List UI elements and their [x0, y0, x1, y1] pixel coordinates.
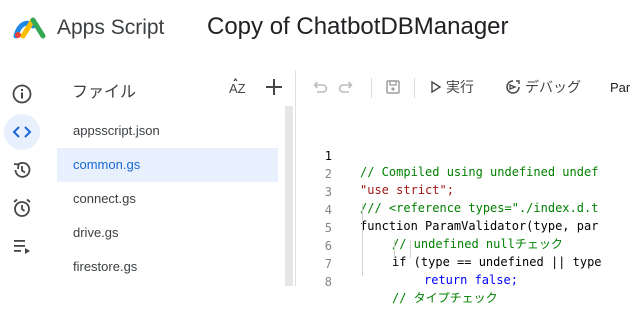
run-label: 実行	[446, 79, 474, 95]
add-file-icon[interactable]	[262, 75, 286, 99]
rail-triggers-button[interactable]	[4, 190, 40, 226]
nav-rail	[0, 70, 44, 286]
save-button[interactable]	[384, 75, 402, 99]
app-header: Apps Script Copy of ChatbotDBManager	[0, 0, 632, 56]
code-line: 5 // undefined nullチェック	[296, 204, 632, 251]
files-title: ファイル	[72, 84, 137, 101]
project-title[interactable]: Copy of ChatbotDBManager	[207, 11, 509, 43]
code-line: 2 "use strict";	[296, 150, 632, 197]
rail-executions-button[interactable]	[4, 228, 40, 264]
rail-overview-button[interactable]	[4, 76, 40, 112]
code-text: // タイプチェック	[392, 291, 498, 305]
redo-icon	[338, 81, 353, 93]
debug-button[interactable]: デバッグ	[505, 75, 581, 99]
code-line: 7 return false;	[296, 240, 632, 287]
file-item-common-gs[interactable]: common.gs	[57, 148, 278, 182]
executions-icon	[14, 240, 30, 254]
indent-guide	[362, 204, 363, 276]
toolbar-separator	[371, 78, 372, 98]
redo-button[interactable]	[338, 75, 356, 99]
rail-editor-button[interactable]	[4, 114, 40, 150]
code-line: 1 // Compiled using undefined undef	[296, 132, 632, 179]
debug-label: デバッグ	[525, 79, 581, 95]
code-line: 8 // タイプチェック	[296, 258, 632, 305]
files-header: ファイル AZ	[57, 70, 289, 106]
run-button[interactable]: 実行	[430, 75, 474, 99]
history-icon	[13, 161, 31, 178]
files-scrollbar[interactable]	[285, 106, 293, 286]
sort-az-label: AZ	[229, 81, 246, 96]
file-item-appsscript-json[interactable]: appsscript.json	[57, 114, 278, 148]
code-line: 6 if (type == undefined || type	[296, 222, 632, 269]
play-icon	[431, 80, 442, 94]
sort-az-icon[interactable]: AZ	[228, 76, 252, 100]
apps-script-logo[interactable]	[13, 14, 49, 40]
code-editor[interactable]: 1 // Compiled using undefined undef 2 "u…	[296, 126, 632, 305]
info-icon	[12, 84, 32, 104]
rail-history-button[interactable]	[4, 152, 40, 188]
code-line: 3 /// <reference types="./index.d.t	[296, 168, 632, 215]
function-select[interactable]: Par	[610, 75, 630, 99]
app-name: Apps Script	[57, 16, 165, 39]
indent-guide	[410, 240, 411, 258]
toolbar-separator	[414, 78, 415, 98]
editor-toolbar: 実行 デバッグ Par	[296, 70, 632, 104]
code-icon	[12, 126, 32, 138]
file-item-firestore-gs[interactable]: firestore.gs	[57, 250, 278, 284]
save-icon	[386, 80, 400, 94]
line-number: 8	[324, 275, 332, 289]
file-item-connect-gs[interactable]: connect.gs	[57, 182, 278, 216]
undo-button[interactable]	[310, 75, 328, 99]
indent-guide	[394, 240, 395, 258]
code-line: 4 function ParamValidator(type, par	[296, 186, 632, 233]
file-item-drive-gs[interactable]: drive.gs	[57, 216, 278, 250]
debug-icon	[506, 80, 520, 94]
files-panel: ファイル AZ appsscript.json common.gs connec…	[57, 70, 293, 286]
undo-icon	[313, 81, 328, 93]
alarm-icon	[13, 198, 31, 217]
